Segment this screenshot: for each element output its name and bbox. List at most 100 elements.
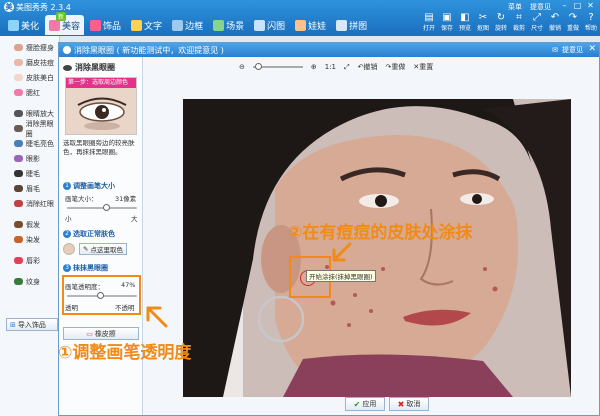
scene-icon — [213, 19, 225, 31]
sidebar-item-tattoo[interactable]: 纹身 — [0, 274, 59, 289]
sidebar-item-blush[interactable]: 腮红 — [0, 85, 59, 100]
beauty-sidebar: 瘦脸瘦身 磨皮祛痘 皮肤美白 腮红 眼睛放大 消除黑眼圈 睫毛亮色 眼影 睫毛 … — [0, 36, 60, 416]
main-toolbar: ▤ 打开 ▣ 保存 ◧ 预览 ✂ 抠图 ↻ 旋转 ⌗ 裁剪 ⤢ 尺寸 ↶ 撤销 ↷ 重做 ? 帮助 — [420, 12, 600, 32]
undo-link[interactable]: ↶撤销 — [358, 62, 378, 72]
dialog-app-icon — [63, 46, 71, 54]
save-icon: ▣ — [442, 12, 452, 23]
zoom-out-icon[interactable]: ⊖ — [239, 63, 245, 71]
sidebar-item-dark-circles[interactable]: 消除黑眼圈 — [0, 120, 59, 138]
hair-dye-icon — [14, 236, 23, 243]
brush-size-min: 小 — [65, 215, 72, 223]
redo-link[interactable]: ↷重做 — [386, 62, 406, 72]
feedback-icon: ✉ — [552, 46, 558, 54]
undo-icon: ↶ — [550, 12, 560, 23]
minimize-icon[interactable]: – — [559, 1, 570, 11]
eyeshadow-icon — [14, 155, 23, 162]
preview-image: 第一步：选取周边颜色 — [65, 77, 137, 135]
step1-title: 1 调整画笔大小 — [63, 181, 115, 191]
callout-paint-acne: ②在有痘痘的皮肤处涂抹 — [288, 223, 473, 243]
tab-accessories[interactable]: 饰品 — [86, 15, 125, 35]
cancel-button[interactable]: ✖ 取消 — [389, 397, 429, 411]
tab-text[interactable]: 文字 — [127, 15, 166, 35]
dialog-close-icon[interactable]: ✕ — [588, 44, 596, 54]
maximize-icon[interactable]: □ — [572, 1, 583, 11]
sidebar-item-wig[interactable]: 假发 — [0, 217, 59, 232]
callout2-arrow-icon — [332, 242, 352, 262]
brush-size-label: 画笔大小： — [65, 195, 98, 203]
sidebar-item-eye-brighten[interactable]: 睫毛亮色 — [0, 136, 59, 151]
frame-icon — [172, 19, 184, 31]
panel-description: 选取黑眼圈旁边的较亮肤色，再抹抹黑眼圈。 — [63, 139, 135, 156]
flash-icon — [254, 19, 266, 31]
beauty-icon — [49, 19, 61, 31]
sidebar-item-hair-dye[interactable]: 染发 — [0, 232, 59, 247]
eye-icon — [14, 110, 23, 117]
save-button[interactable]: ▣ 保存 — [438, 12, 456, 32]
tab-collage[interactable]: 拼图 — [332, 15, 371, 35]
actual-size-button[interactable]: 1:1 — [325, 63, 336, 71]
zoom-slider[interactable] — [252, 63, 303, 70]
sidebar-item-lip[interactable]: 唇彩 — [0, 253, 59, 268]
eyedropper-icon: ✎ — [83, 245, 89, 253]
text-icon — [131, 19, 143, 31]
tab-frame[interactable]: 边框 — [168, 15, 207, 35]
brush-size-thumb[interactable] — [102, 204, 110, 211]
sidebar-item-eyeshadow[interactable]: 眼影 — [0, 151, 59, 166]
preview-step-banner: 第一步：选取周边颜色 — [66, 78, 136, 88]
sidebar-item-smooth[interactable]: 磨皮祛痘 — [0, 55, 59, 70]
undo-button[interactable]: ↶ 撤销 — [546, 12, 564, 32]
new-badge: 新 — [56, 12, 67, 21]
brows-icon — [14, 185, 23, 192]
size-button[interactable]: ⤢ 尺寸 — [528, 12, 546, 32]
color-picker-row: ✎ 点这里取色 — [63, 243, 127, 255]
feedback-link[interactable]: 提意见 — [530, 2, 551, 12]
import-accessory-button[interactable]: ⊞ 导入饰品 — [6, 318, 58, 331]
tab-doll[interactable]: 娃娃 — [291, 15, 330, 35]
reset-link[interactable]: ✕重置 — [413, 62, 433, 72]
menu-link[interactable]: 菜单 — [508, 2, 522, 12]
app-titlebar: 美 美图秀秀 2.3.4 菜单 提意见 – □ ✕ 美化 美容 饰品 文字 边框… — [0, 0, 600, 36]
sidebar-item-lashes[interactable]: 睫毛 — [0, 166, 59, 181]
fit-icon[interactable]: ⤢ — [344, 63, 350, 72]
rotate-button[interactable]: ↻ 旋转 — [492, 12, 510, 32]
import-icon: ⊞ — [10, 320, 16, 329]
tab-flash[interactable]: 闪图 — [250, 15, 289, 35]
eye-brighten-icon — [14, 140, 23, 147]
dialog-title: 消除黑眼圈 ( 新功能测试中，欢迎提意见 ) — [74, 45, 224, 55]
doll-icon — [295, 19, 307, 31]
redo-button[interactable]: ↷ 重做 — [564, 12, 582, 32]
canvas-toolbar: ⊖ ⊕ 1:1 ⤢ ↶撤销 ↷重做 ✕重置 — [239, 61, 433, 73]
tab-beautify[interactable]: 美化 — [4, 15, 43, 35]
eye-icon — [63, 64, 72, 71]
dark-circle-icon — [14, 125, 23, 132]
smooth-icon — [14, 59, 23, 66]
red-eye-icon — [14, 200, 23, 207]
photo-canvas[interactable] — [183, 99, 571, 397]
step3-title: 3 抹抹黑眼圈 — [63, 263, 108, 273]
accessories-icon — [90, 19, 102, 31]
close-icon[interactable]: ✕ — [585, 1, 596, 11]
help-button[interactable]: ? 帮助 — [582, 12, 600, 32]
check-icon: ✔ — [353, 399, 361, 409]
panel-heading: 消除黑眼圈 — [63, 62, 115, 73]
skin-color-swatch[interactable] — [63, 243, 75, 255]
sidebar-item-brows[interactable]: 眉毛 — [0, 181, 59, 196]
sidebar-item-red-eye[interactable]: 消除红眼 — [0, 196, 59, 211]
sidebar-item-whiten[interactable]: 皮肤美白 — [0, 70, 59, 85]
apply-button[interactable]: ✔ 应用 — [345, 397, 385, 411]
tattoo-icon — [14, 278, 23, 285]
preview-button[interactable]: ◧ 预览 — [456, 12, 474, 32]
callout-adjust-opacity: ①调整画笔透明度 — [58, 343, 192, 363]
crop-button[interactable]: ⌗ 裁剪 — [510, 12, 528, 32]
blush-icon — [14, 89, 23, 96]
open-button[interactable]: ▤ 打开 — [420, 12, 438, 32]
cutout-button[interactable]: ✂ 抠图 — [474, 12, 492, 32]
pick-color-button[interactable]: ✎ 点这里取色 — [79, 243, 127, 255]
top-links: 菜单 提意见 — [508, 2, 551, 12]
sidebar-item-slim[interactable]: 瘦脸瘦身 — [0, 40, 59, 55]
tab-scene[interactable]: 场景 — [209, 15, 248, 35]
zoom-thumb[interactable] — [254, 63, 262, 70]
dialog-feedback-link[interactable]: 提意见 — [562, 45, 583, 55]
beautify-icon — [8, 19, 19, 31]
zoom-in-icon[interactable]: ⊕ — [311, 63, 317, 71]
